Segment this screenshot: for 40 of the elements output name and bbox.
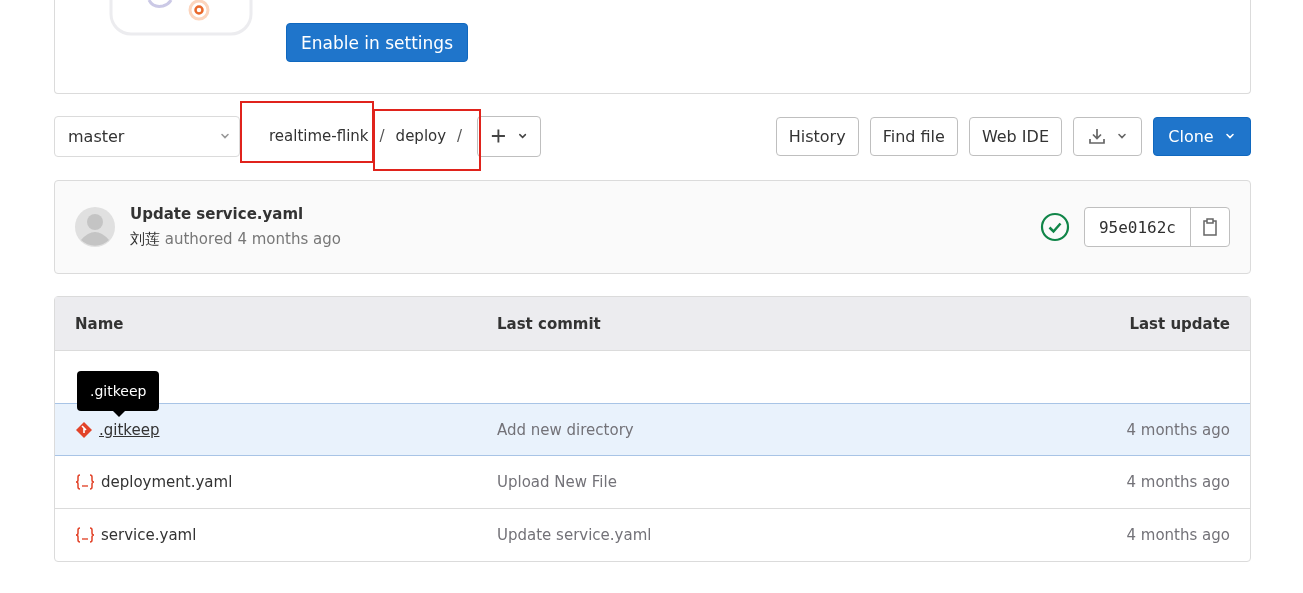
breadcrumb-link[interactable]: deploy [395,127,447,145]
commit-author[interactable]: 刘莲 [130,230,160,248]
file-name-link[interactable]: .gitkeep [99,420,160,439]
path-separator: / [457,127,463,145]
add-dropdown-button[interactable] [477,115,542,157]
column-header: Name [75,314,125,333]
breadcrumb-link[interactable]: realtime-flink [269,127,369,145]
avatar-icon [75,207,115,247]
commit-title[interactable]: Update service.yaml [130,205,341,223]
commit-message-link[interactable]: Add new directory [497,420,930,439]
file-name-link[interactable]: deployment.yaml [101,473,233,491]
clone-button[interactable]: Clone [1153,116,1251,156]
commit-message-link[interactable]: Upload New File [497,473,930,491]
branch-select[interactable]: master [54,115,240,157]
file-row[interactable]: service.yaml Update service.yaml 4 months ago [55,508,1250,561]
enable-settings-button[interactable]: Enable in settings [286,23,468,62]
updated-time: 4 months ago [1125,420,1230,439]
updated-time: 4 months ago [1125,526,1230,544]
braces-icon [75,473,95,491]
column-header: Last update [1128,314,1230,333]
file-row[interactable]: deployment.yaml Upload New File 4 months ago [55,456,1250,508]
column-header: Last commit [497,314,602,333]
braces-icon [75,526,95,544]
tooltip-pointer-icon [113,411,125,417]
updated-time: 4 months ago [1125,473,1230,491]
diamond-icon [75,420,93,439]
download-button[interactable] [1073,116,1142,156]
commit-time: authored 4 months ago [164,230,341,248]
check-circle-icon[interactable] [1039,212,1070,242]
toolbar-button[interactable]: Find file [869,116,958,156]
download-icon [1087,127,1106,145]
toolbar-button[interactable]: History [775,116,859,156]
commit-message-link[interactable]: Update service.yaml [497,526,930,544]
tooltip: .gitkeep [77,371,160,411]
path-separator: / [379,127,385,145]
branch-name: master [68,126,125,146]
toolbar-button[interactable]: Web IDE [968,116,1062,156]
plus-icon [490,127,507,145]
clipboard-icon [1202,218,1218,236]
file-name-link[interactable]: service.yaml [101,526,197,544]
